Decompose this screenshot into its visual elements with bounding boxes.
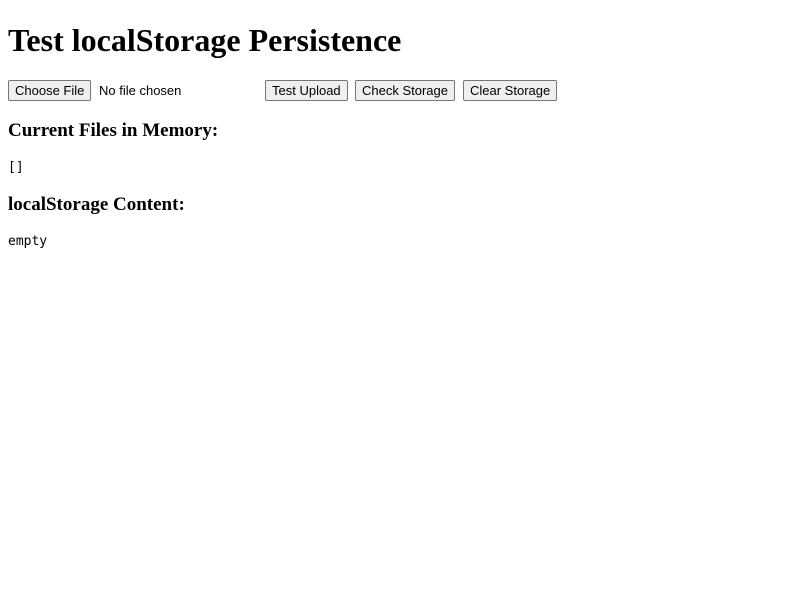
- controls-row: Choose File No file chosen Test Upload C…: [8, 80, 792, 102]
- memory-heading: Current Files in Memory:: [8, 120, 219, 141]
- test-upload-button[interactable]: Test Upload: [265, 80, 348, 101]
- page-title: Test localStorage Persistence: [8, 22, 402, 58]
- choose-file-button[interactable]: Choose File: [8, 80, 92, 101]
- storage-content: empty: [8, 234, 48, 249]
- memory-content: []: [8, 160, 24, 175]
- file-status-text: No file chosen: [99, 83, 182, 98]
- clear-storage-button[interactable]: Clear Storage: [463, 80, 558, 101]
- check-storage-button[interactable]: Check Storage: [355, 80, 455, 101]
- storage-heading: localStorage Content:: [8, 194, 185, 215]
